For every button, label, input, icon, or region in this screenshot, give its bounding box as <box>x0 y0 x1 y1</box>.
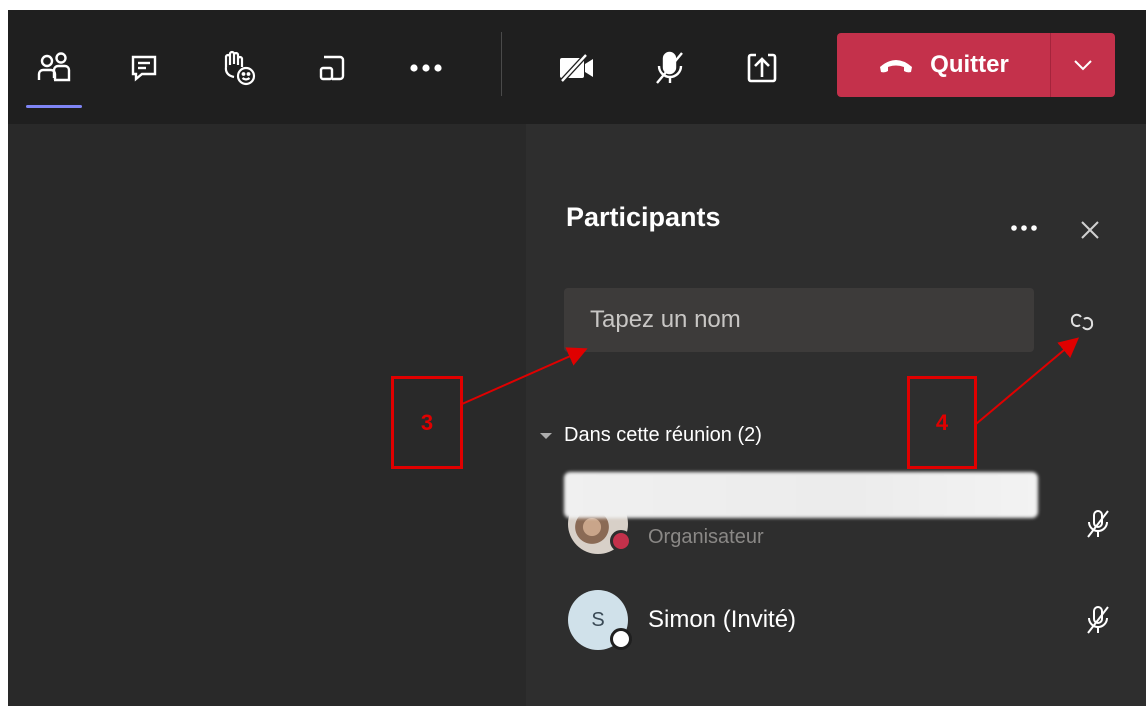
presence-offline-icon <box>610 628 632 650</box>
meeting-window: Quitter Participants Tapez un nom Dans c… <box>8 10 1146 706</box>
participant-mic-status <box>1082 508 1114 540</box>
chevron-down-icon <box>1074 60 1092 71</box>
toolbar-separator <box>501 32 502 96</box>
participants-panel: Participants Dans cette réunion (2) <box>526 124 1146 706</box>
redacted-name <box>564 472 1038 518</box>
annotation-callout-3: 3 <box>391 376 463 469</box>
rooms-button[interactable] <box>308 44 356 92</box>
mic-off-icon <box>1087 606 1109 634</box>
reactions-button[interactable] <box>214 44 262 92</box>
more-options-icon <box>1011 225 1037 231</box>
leave-label: Quitter <box>930 51 1009 78</box>
mic-off-icon <box>656 51 683 84</box>
participant-name: Simon (Invité) <box>648 606 797 633</box>
participants-button[interactable] <box>30 44 78 92</box>
meeting-toolbar: Quitter <box>8 10 1146 124</box>
share-invite-link-button[interactable] <box>1066 308 1098 336</box>
presence-busy-icon <box>610 530 632 552</box>
camera-off-icon <box>560 53 593 83</box>
phone-hangup-icon <box>880 60 913 73</box>
active-tab-indicator <box>26 105 82 108</box>
avatar-initial: S <box>591 608 605 631</box>
leave-options-button[interactable] <box>1051 33 1115 97</box>
participant-search-input[interactable] <box>564 288 1034 352</box>
panel-close-button[interactable] <box>1074 214 1106 246</box>
reactions-icon <box>224 50 256 86</box>
close-icon <box>1081 221 1099 239</box>
participant-mic-status <box>1082 604 1114 636</box>
mic-off-icon <box>1087 510 1109 538</box>
chat-icon <box>131 55 157 82</box>
panel-more-button[interactable] <box>1004 214 1044 242</box>
share-icon <box>747 53 777 83</box>
leave-button[interactable]: Quitter <box>837 33 1050 97</box>
mic-toggle-button[interactable] <box>646 44 694 92</box>
annotation-callout-4: 4 <box>907 376 977 469</box>
link-icon <box>1070 313 1094 331</box>
panel-title: Participants <box>566 202 721 232</box>
more-actions-button[interactable] <box>402 44 450 92</box>
leave-button-group: Quitter <box>837 33 1115 97</box>
camera-toggle-button[interactable] <box>552 44 600 92</box>
chat-button[interactable] <box>120 44 168 92</box>
section-label: Dans cette réunion (2) <box>564 424 762 446</box>
participant-row[interactable]: S Simon (Invité) <box>526 576 1146 656</box>
more-actions-icon <box>410 64 442 72</box>
in-meeting-section-toggle[interactable]: Dans cette réunion (2) <box>540 424 762 447</box>
share-screen-button[interactable] <box>738 44 786 92</box>
participant-role: Organisateur <box>648 526 764 548</box>
rooms-icon <box>319 55 345 81</box>
participants-icon <box>37 52 71 82</box>
caret-down-icon <box>540 432 552 439</box>
